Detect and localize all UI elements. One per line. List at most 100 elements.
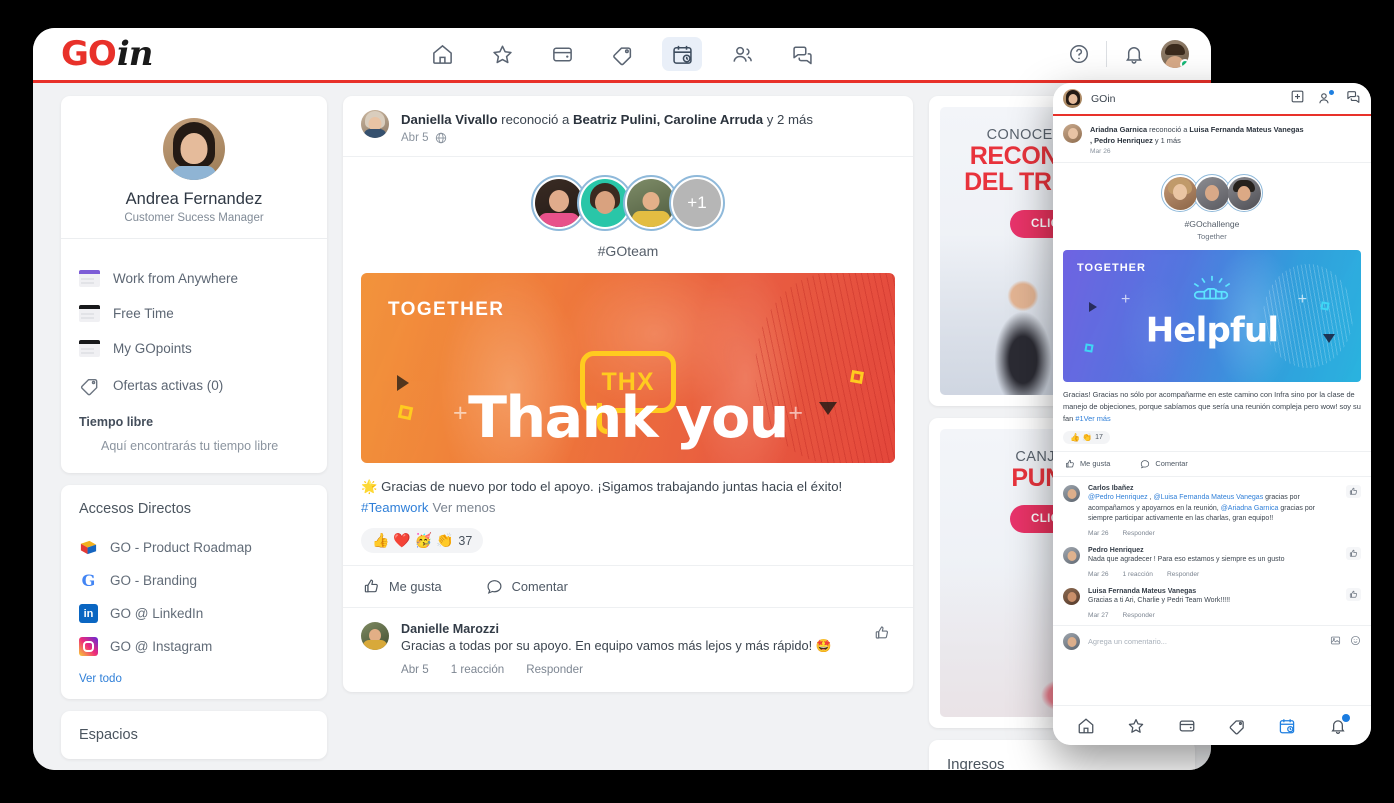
post-banner-image: + + TOGETHER THX Thank you [361,273,895,464]
triangle-decoration [397,375,409,392]
composer-actions [1330,633,1361,651]
profile-card: Andrea Fernandez Customer Sucess Manager… [61,96,327,473]
sidebar-item-label: Ofertas activas (0) [113,378,224,393]
mention[interactable]: @Ariadna Garnica [1221,505,1279,512]
mobile-banner-headline: Helpful [1145,310,1279,351]
mobile-recipient-avatar[interactable] [1193,174,1231,213]
square-decoration [1320,301,1330,311]
nav-home-icon[interactable] [422,37,462,71]
comment-meta: Abr 5 1 reacción Responder [401,663,832,676]
comment-reply-link[interactable]: Responder [1123,530,1155,537]
shortcut-instagram[interactable]: GO @ Instagram [79,630,309,663]
see-less-link[interactable]: Ver menos [432,500,495,515]
nav-wallet-icon[interactable] [542,37,582,71]
mobile-comment-like-icon[interactable] [1346,547,1361,561]
comment-author: Danielle Marozzi [401,622,499,637]
mobile-nav-bell-icon[interactable] [1329,713,1350,735]
mobile-recipient-avatar[interactable] [1161,174,1199,213]
spaces-card[interactable]: Espacios [61,711,327,759]
profile-divider [61,238,327,239]
mobile-recipient-avatar[interactable] [1225,174,1263,213]
recipient-avatar-overflow[interactable]: +1 [669,175,725,232]
mobile-comment-like-icon[interactable] [1346,484,1361,498]
comment-input-placeholder[interactable]: Agrega un comentario... [1088,637,1322,646]
nav-calendar-clock-icon[interactable] [662,37,702,71]
comment-avatar[interactable] [361,622,389,651]
comment-like-icon[interactable] [869,622,895,644]
sidebar-item-free-time[interactable]: Free Time [61,296,327,331]
mobile-comment-button[interactable]: Comentar [1140,459,1188,469]
shortcuts-see-all-link[interactable]: Ver todo [79,673,309,685]
comment-button[interactable]: Comentar [486,578,568,595]
triangle-decoration [819,402,837,416]
sidebar-item-my-gopoints[interactable]: My GOpoints [61,331,327,366]
post-actions: Me gusta Comentar [343,565,913,609]
image-attach-icon[interactable] [1330,633,1341,651]
comment-reply-link[interactable]: Responder [1123,612,1155,619]
mobile-comment-composer[interactable]: Agrega un comentario... [1053,624,1371,658]
mobile-post-recipient-2: , Pedro Henriquez [1090,136,1153,146]
mobile-comment-avatar[interactable] [1063,547,1080,565]
mobile-comment-like-icon[interactable] [1346,588,1361,602]
mobile-comment-text: @Pedro Henriquez , @Luisa Fernanda Mateu… [1088,493,1339,526]
app-logo[interactable]: GO in [61,34,154,74]
card-purple-icon [79,270,100,287]
header-divider [1106,41,1107,67]
nav-tag-icon[interactable] [602,37,642,71]
add-people-icon[interactable] [1318,90,1334,106]
nav-star-icon[interactable] [482,37,522,71]
post-recipients-block: +1 #GOteam [343,157,913,259]
mobile-post-hashtag: #GOchallenge [1184,219,1240,230]
nav-chat-icon[interactable] [782,37,822,71]
mobile-nav-tag-icon[interactable] [1228,717,1246,735]
comment-reply-link[interactable]: Responder [526,663,583,676]
mobile-nav-calendar-clock-icon[interactable] [1278,717,1296,735]
comment-reply-link[interactable]: Responder [1167,571,1199,578]
profile-avatar[interactable] [163,118,225,180]
logo-in: in [116,34,154,74]
sidebar-item-ofertas-activas[interactable]: Ofertas activas (0) [61,366,327,405]
mobile-reactions-pill[interactable]: 👍 👏 17 [1063,430,1110,444]
mobile-comment-author: Luisa Fernanda Mateus Vanegas [1088,588,1197,596]
sidebar-item-work-from-anywhere[interactable]: Work from Anywhere [61,261,327,296]
bell-icon[interactable] [1123,43,1145,65]
mobile-avatar[interactable] [1063,89,1082,108]
nav-people-icon[interactable] [722,37,762,71]
mobile-nav-home-icon[interactable] [1077,717,1095,735]
mobile-post-author-avatar[interactable] [1063,124,1082,143]
avatar[interactable] [1161,40,1189,68]
help-icon[interactable] [1068,43,1090,65]
mobile-nav-wallet-icon[interactable] [1178,717,1196,735]
mobile-see-more-link[interactable]: Ver más [1084,414,1111,423]
square-decoration [1084,343,1094,353]
emoji-picker-icon[interactable] [1350,633,1361,651]
comment-item: Danielle Marozzi Gracias a todas por su … [343,608,913,692]
triangle-decoration [1323,334,1335,344]
shortcut-label: GO @ Instagram [110,639,213,654]
shortcut-product-roadmap[interactable]: GO - Product Roadmap [79,531,309,564]
mobile-like-label: Me gusta [1080,459,1111,469]
mention[interactable]: @Luisa Fernanda Mateus Vanegas [1153,494,1263,501]
mobile-comment-label: Comentar [1155,459,1188,469]
mention[interactable]: @Pedro Henriquez [1088,494,1148,501]
recipient-avatars: +1 [343,175,913,232]
mobile-reaction-count: 17 [1095,433,1103,441]
post-author-avatar[interactable] [361,110,389,138]
like-button[interactable]: Me gusta [363,578,442,595]
chat-icon[interactable] [1346,89,1361,109]
comment-date: Abr 5 [401,663,429,677]
comment-reactions[interactable]: 1 reacción [451,663,505,676]
post-reactions-pill[interactable]: 👍 ❤️ 🥳 👏 37 [361,528,484,554]
mobile-post-recipient-1: Luisa Fernanda Mateus Vanegas [1189,125,1304,134]
mobile-like-button[interactable]: Me gusta [1065,459,1110,469]
shortcut-linkedin[interactable]: in GO @ LinkedIn [79,597,309,630]
comment-reactions[interactable]: 1 reacción [1123,571,1153,578]
add-post-icon[interactable] [1290,89,1305,109]
shortcut-branding[interactable]: G GO - Branding [79,564,309,597]
mobile-nav-star-icon[interactable] [1127,717,1145,735]
mobile-post-tag[interactable]: #1 [1075,414,1083,423]
triangle-decoration [1089,302,1097,313]
mobile-comment-avatar[interactable] [1063,588,1080,606]
post-hashtag-link[interactable]: #Teamwork [361,500,428,515]
mobile-comment-avatar[interactable] [1063,484,1080,502]
